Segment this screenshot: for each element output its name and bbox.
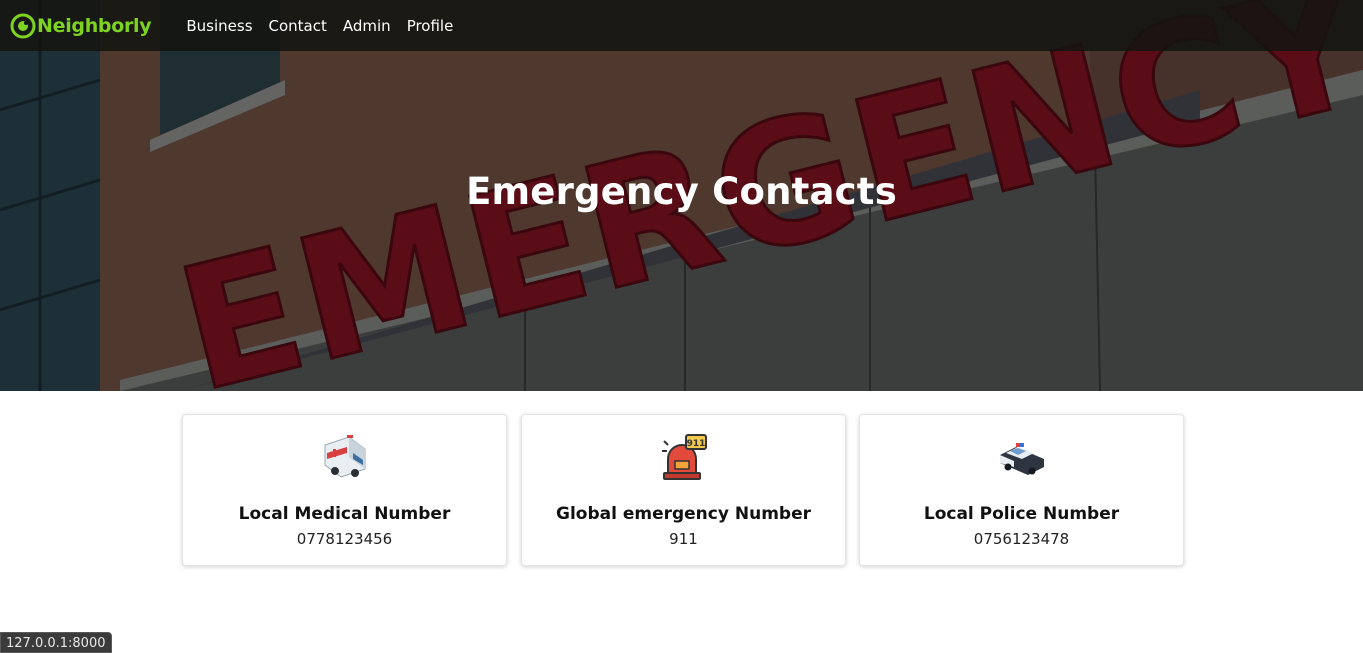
brand-name: Neighborly [37,14,152,37]
ambulance-icon [324,435,365,478]
card-label: Local Medical Number [238,504,451,524]
card-phone-number: 911 [669,530,698,548]
hero-banner: EMERGENCY Emergency Contacts [0,0,1363,391]
alarm-siren-911-icon: 911 [661,434,707,480]
nav-link-contact[interactable]: Contact [269,17,327,35]
brand-logo[interactable]: Neighborly [10,0,152,51]
police-car-icon [999,443,1044,475]
card-label: Local Police Number [923,504,1120,524]
card-label: Global emergency Number [555,504,811,524]
browser-status-bar: 127.0.0.1:8000 [0,632,112,653]
page-title: Emergency Contacts [466,170,897,213]
nav-link-business[interactable]: Business [186,17,252,35]
nav-links: Business Contact Admin Profile [186,17,469,35]
card-local-medical: Local Medical Number 0778123456 [182,414,507,566]
emergency-contact-cards: Local Medical Number 0778123456 911 Glob… [182,414,1184,566]
card-phone-number: 0778123456 [296,530,393,548]
nav-link-admin[interactable]: Admin [343,17,391,35]
card-local-police: Local Police Number 0756123478 [859,414,1184,566]
nav-link-profile[interactable]: Profile [407,17,454,35]
card-phone-number: 0756123478 [973,530,1070,548]
navbar: Neighborly Business Contact Admin Profil… [0,0,1363,51]
card-global-emergency: 911 Global emergency Number 911 [521,414,846,566]
svg-text:911: 911 [686,439,705,449]
chameleon-logo-icon [10,13,36,38]
